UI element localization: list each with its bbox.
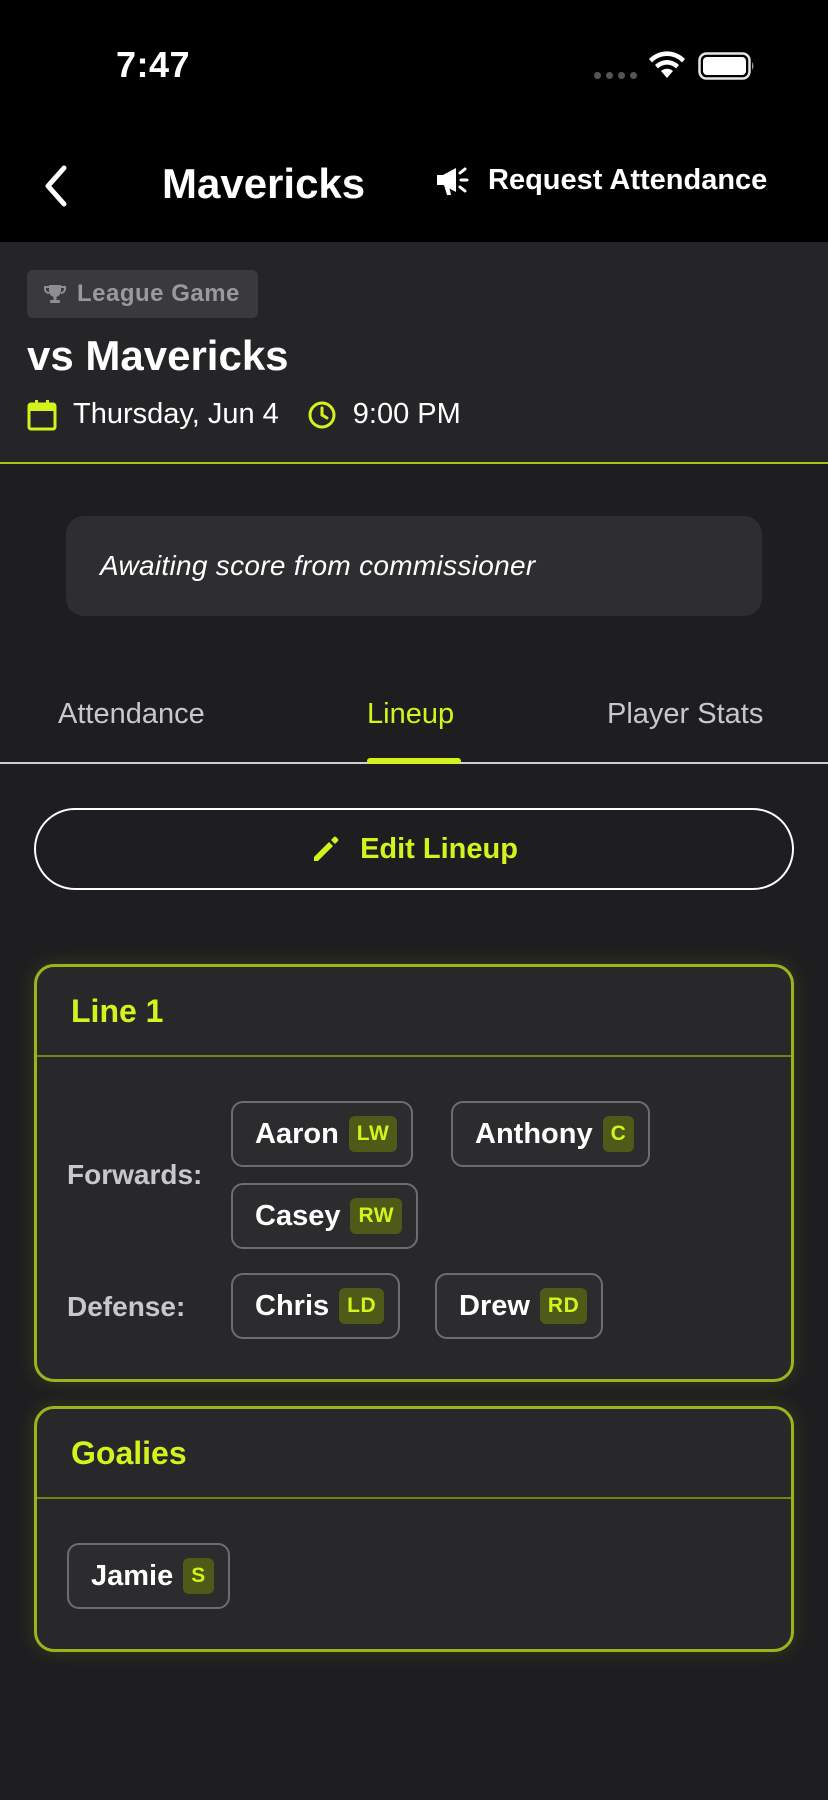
player-name: Anthony: [475, 1117, 593, 1150]
position-badge: S: [183, 1558, 214, 1594]
goalies-card: Goalies Jamie S: [34, 1406, 794, 1652]
request-attendance-button[interactable]: Request Attendance: [434, 162, 767, 198]
trophy-icon: [44, 285, 66, 303]
position-badge: C: [602, 1116, 635, 1152]
player-name: Drew: [459, 1289, 530, 1322]
player-chip[interactable]: Anthony C: [451, 1101, 651, 1167]
goalies-title: Goalies: [71, 1434, 187, 1471]
megaphone-icon: [437, 167, 469, 195]
player-name: Jamie: [91, 1559, 174, 1592]
clock-icon: [308, 401, 336, 428]
player-name: Chris: [255, 1289, 330, 1322]
player-name: Aaron: [255, 1117, 339, 1150]
tab-player-stats[interactable]: Player Stats: [607, 698, 763, 731]
game-time: 9:00 PM: [352, 398, 461, 430]
active-tab-indicator: [367, 758, 461, 764]
nav-title: Mavericks: [162, 160, 366, 207]
line-title: Line 1: [71, 992, 164, 1029]
forwards-label: Forwards:: [67, 1159, 203, 1190]
game-date: Thursday, Jun 4: [73, 398, 279, 430]
tab-bar: Attendance Lineup Player Stats: [0, 680, 828, 764]
player-chip[interactable]: Drew RD: [435, 1273, 604, 1339]
player-chip[interactable]: Jamie S: [67, 1543, 230, 1609]
line-card-header: Line 1: [37, 967, 791, 1057]
calendar-icon: [27, 399, 57, 430]
date-time-row: Thursday, Jun 4 9:00 PM: [27, 398, 461, 431]
position-badge: RD: [539, 1288, 588, 1324]
position-badge: LD: [339, 1288, 385, 1324]
battery-icon: [698, 52, 754, 80]
game-header: League Game vs Mavericks Thursday, Jun 4…: [0, 242, 828, 464]
status-time: 7:47: [116, 44, 191, 85]
request-attendance-label: Request Attendance: [488, 163, 768, 196]
tab-attendance[interactable]: Attendance: [58, 698, 205, 731]
tab-lineup[interactable]: Lineup: [367, 698, 454, 731]
player-chip[interactable]: Casey RW: [231, 1183, 419, 1249]
edit-lineup-button[interactable]: Edit Lineup: [34, 808, 794, 890]
position-badge: LW: [348, 1116, 398, 1152]
defense-label: Defense:: [67, 1291, 186, 1322]
back-chevron-icon[interactable]: [40, 160, 76, 212]
status-bar: 7:47: [0, 0, 828, 132]
player-name: Casey: [255, 1199, 341, 1232]
player-chip[interactable]: Chris LD: [231, 1273, 401, 1339]
wifi-icon: [649, 51, 685, 78]
cellular-signal-icon: [594, 72, 637, 79]
line-card: Line 1 Forwards: Aaron LW Anthony C Case…: [34, 964, 794, 1382]
edit-lineup-label: Edit Lineup: [360, 832, 518, 865]
position-badge: RW: [350, 1198, 403, 1234]
nav-bar: Mavericks Request Attendance: [0, 132, 828, 242]
game-type-label: League Game: [77, 280, 240, 307]
pencil-icon: [314, 836, 339, 861]
score-status-text: Awaiting score from commissioner: [100, 550, 536, 581]
score-status-banner: Awaiting score from commissioner: [66, 516, 762, 616]
player-chip[interactable]: Aaron LW: [231, 1101, 414, 1167]
goalies-card-header: Goalies: [37, 1409, 791, 1499]
game-type-badge: League Game: [27, 270, 258, 318]
opponent-title: vs Mavericks: [27, 332, 289, 379]
